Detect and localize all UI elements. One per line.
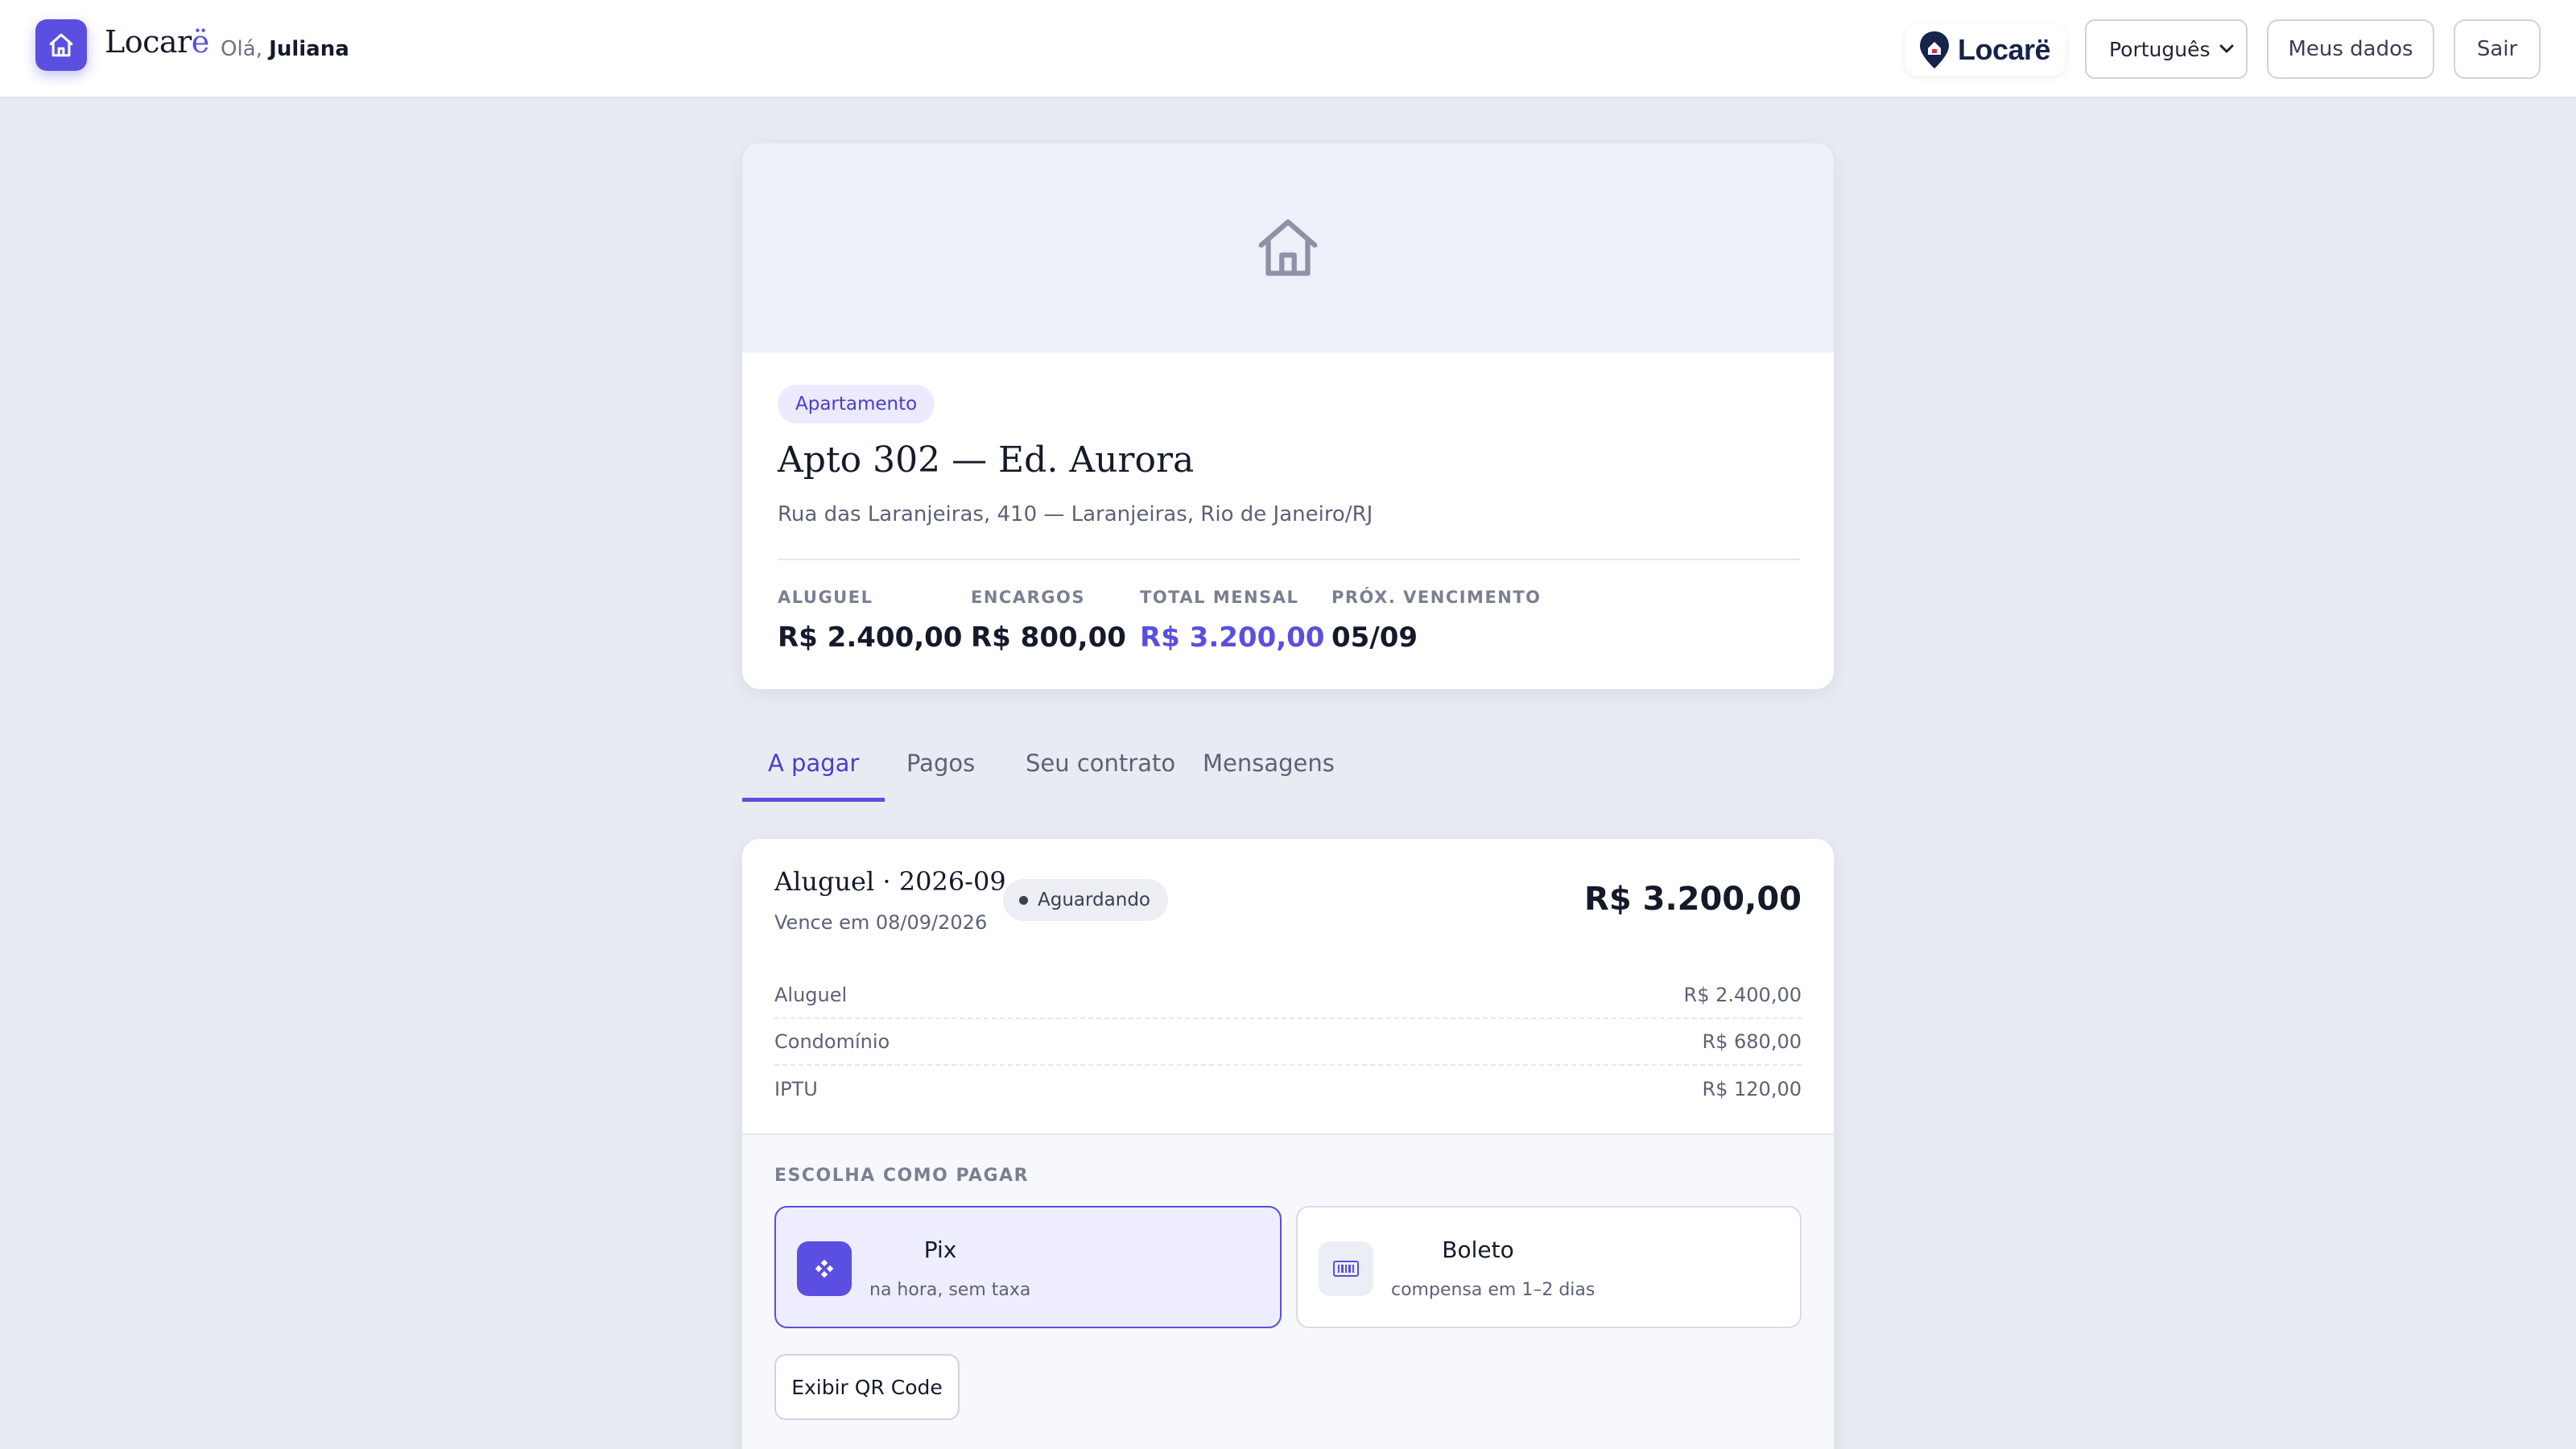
line-item-value: R$ 120,00	[1702, 1078, 1802, 1100]
line-item-value: R$ 680,00	[1702, 1030, 1802, 1053]
stat-label: ALUGUEL	[778, 588, 873, 607]
status-badge: Aguardando	[1003, 879, 1168, 921]
line-item: IPTU R$ 120,00	[774, 1066, 1802, 1113]
stat-value: R$ 2.400,00	[778, 621, 963, 654]
tab-to-pay[interactable]: A pagar	[742, 724, 886, 802]
payment-section: ESCOLHA COMO PAGAR Pix na hora, sem taxa	[742, 1133, 1834, 1449]
my-data-button[interactable]: Meus dados	[2267, 19, 2434, 79]
line-item-label: Aluguel	[774, 984, 848, 1006]
home-app-icon[interactable]	[35, 19, 87, 71]
house-icon	[1258, 219, 1318, 276]
stat-value: R$ 3.200,00	[1140, 621, 1325, 654]
property-name: Apto 302 — Ed. Aurora	[778, 440, 1195, 481]
stat-label: PRÓX. VENCIMENTO	[1331, 588, 1542, 607]
location-pin-icon	[1920, 31, 1949, 68]
stat-rent: ALUGUEL R$ 2.400,00	[778, 588, 962, 654]
line-item-label: Condomínio	[774, 1030, 890, 1053]
tab-contract[interactable]: Seu contrato	[1000, 724, 1201, 802]
line-item: Condomínio R$ 680,00	[774, 1019, 1802, 1066]
payment-option-name: Boleto	[1442, 1236, 1514, 1263]
payment-option-boleto[interactable]: Boleto compensa em 1–2 dias	[1296, 1206, 1802, 1328]
property-address: Rua das Laranjeiras, 410 — Laranjeiras, …	[778, 502, 1373, 526]
stat-next-due: PRÓX. VENCIMENTO 05/09	[1331, 588, 1542, 654]
language-select[interactable]: Português	[2085, 19, 2248, 79]
top-bar: Locarë Olá, Juliana Locarë Português Meu…	[0, 0, 2576, 98]
invoice-card: Aluguel · 2026-09 Vence em 08/09/2026 Ag…	[742, 839, 1834, 1449]
line-item: Aluguel R$ 2.400,00	[774, 972, 1802, 1019]
status-dot-icon	[1019, 895, 1028, 905]
line-item-value: R$ 2.400,00	[1683, 984, 1802, 1006]
line-item-label: IPTU	[774, 1078, 818, 1100]
property-image-placeholder	[742, 143, 1834, 353]
payment-heading: ESCOLHA COMO PAGAR	[774, 1166, 1030, 1186]
user-name: Juliana	[269, 37, 349, 61]
tab-bar: A pagar Pagos Seu contrato Mensagens	[742, 724, 1834, 802]
stat-label: TOTAL MENSAL	[1140, 588, 1299, 607]
stat-charges: ENCARGOS R$ 800,00	[971, 588, 1126, 654]
payment-option-subtitle: compensa em 1–2 dias	[1391, 1280, 1596, 1300]
property-card: Apartamento Apto 302 — Ed. Aurora Rua da…	[742, 143, 1834, 689]
stat-value: 05/09	[1331, 621, 1418, 654]
tab-paid[interactable]: Pagos	[881, 724, 1001, 802]
property-type-badge: Apartamento	[778, 385, 935, 423]
divider	[778, 559, 1800, 560]
greeting-prefix: Olá,	[221, 37, 262, 61]
chevron-down-icon	[2219, 44, 2234, 53]
payment-option-name: Pix	[923, 1236, 957, 1263]
payment-option-subtitle: na hora, sem taxa	[869, 1280, 1031, 1300]
stat-label: ENCARGOS	[971, 588, 1085, 607]
pix-icon	[797, 1241, 852, 1296]
locare-logo: Locarë	[1905, 24, 2066, 76]
stat-monthly-total: TOTAL MENSAL R$ 3.200,00	[1140, 588, 1324, 654]
invoice-title: Aluguel · 2026-09	[774, 866, 1006, 897]
payment-option-pix[interactable]: Pix na hora, sem taxa	[774, 1206, 1282, 1328]
logout-button[interactable]: Sair	[2454, 19, 2541, 79]
invoice-due-date: Vence em 08/09/2026	[774, 911, 988, 934]
language-value: Português	[2109, 37, 2211, 61]
brand-name: Locarë	[105, 24, 209, 60]
tab-messages[interactable]: Mensagens	[1177, 724, 1360, 802]
logo-text: Locarë	[1958, 33, 2051, 66]
show-qr-code-button[interactable]: Exibir QR Code	[774, 1354, 960, 1420]
stat-value: R$ 800,00	[971, 621, 1126, 654]
invoice-total: R$ 3.200,00	[1584, 881, 1802, 918]
status-label: Aguardando	[1038, 890, 1150, 910]
barcode-icon	[1319, 1241, 1373, 1296]
greeting: Olá, Juliana	[221, 37, 349, 61]
